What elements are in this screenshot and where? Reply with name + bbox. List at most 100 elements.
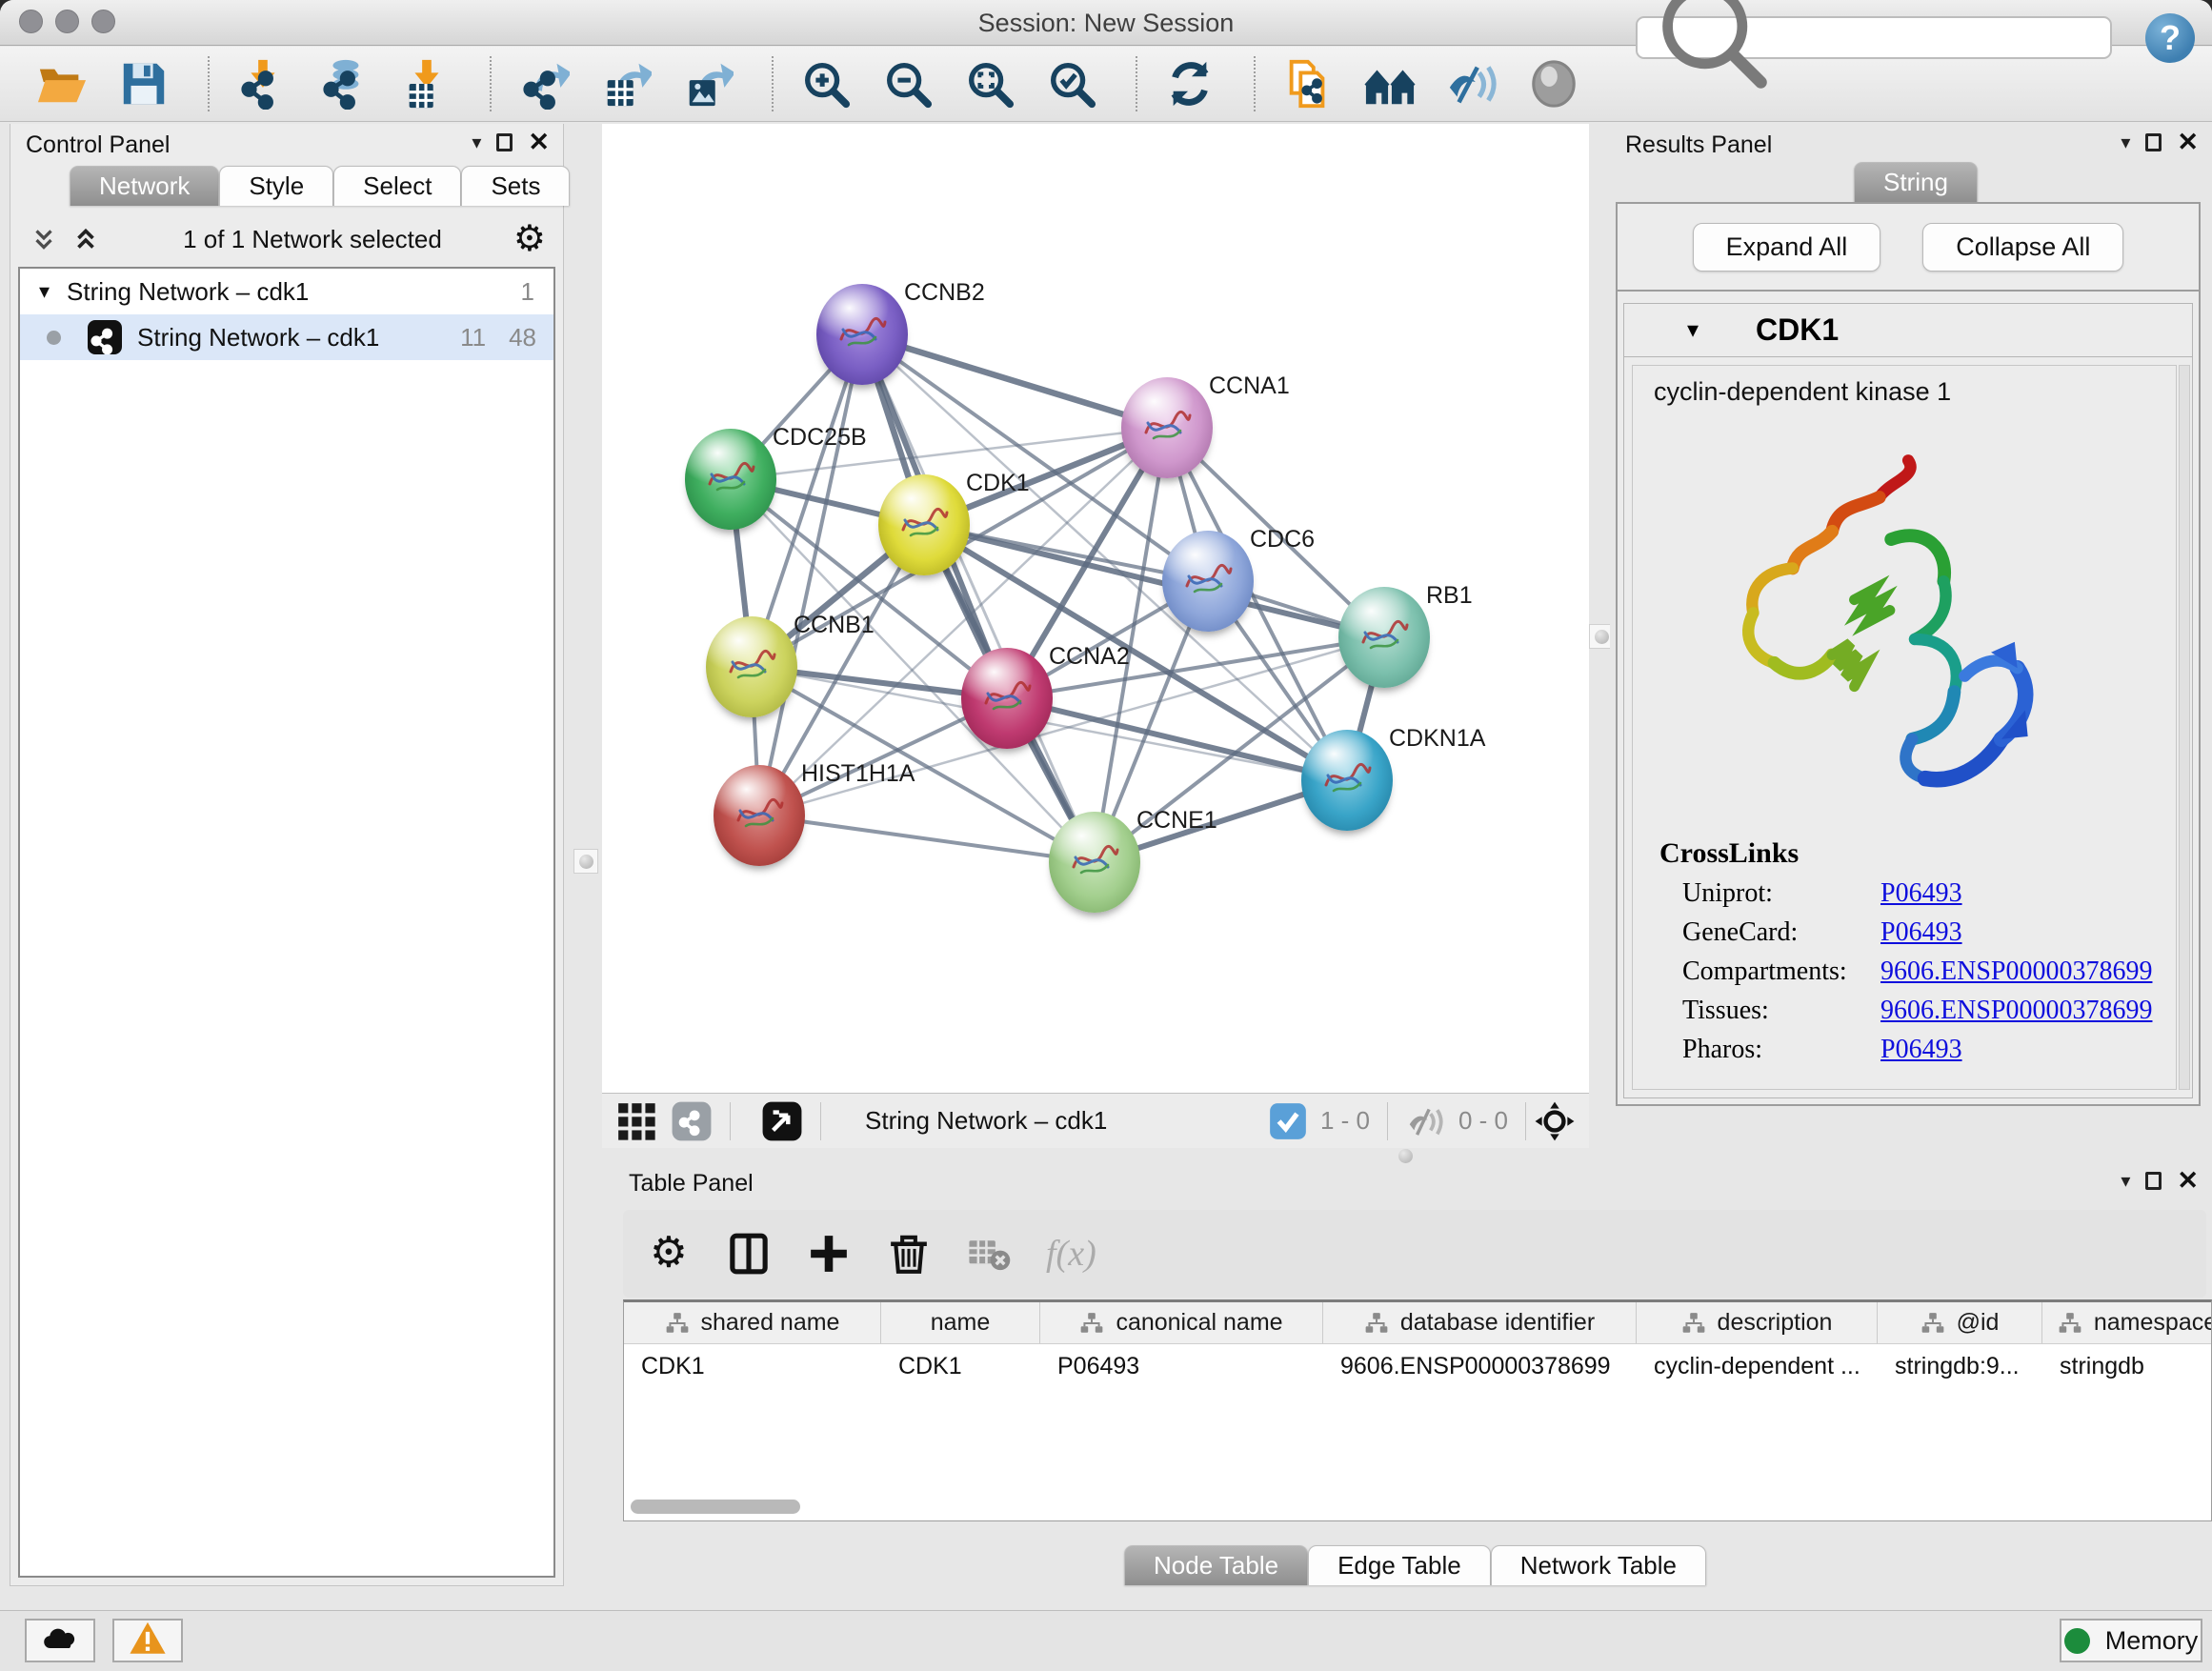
- show-columns-icon[interactable]: [726, 1231, 772, 1277]
- table-cell[interactable]: CDK1: [624, 1344, 881, 1388]
- network-edge[interactable]: [759, 815, 1095, 862]
- duplicate-network-icon[interactable]: [1280, 56, 1336, 111]
- control-panel-menu-icon[interactable]: ▾: [472, 131, 481, 154]
- results-panel-menu-icon[interactable]: ▾: [2121, 131, 2130, 154]
- table-horizontal-scrollbar[interactable]: [631, 1500, 2212, 1517]
- first-neighbors-icon[interactable]: [1362, 56, 1418, 111]
- column-header-@id[interactable]: @id: [1878, 1302, 2042, 1343]
- network-node-CCNA2[interactable]: [961, 648, 1053, 749]
- tab-string[interactable]: String: [1854, 162, 1978, 202]
- import-table-file-icon[interactable]: [398, 56, 453, 111]
- network-view-toolbar: String Network – cdk1 1 - 0 0 - 0: [602, 1093, 1589, 1148]
- tab-edge-table[interactable]: Edge Table: [1308, 1545, 1491, 1585]
- table-panel-float-icon[interactable]: [2145, 1172, 2162, 1190]
- search-box[interactable]: [1636, 16, 2112, 59]
- table-cell[interactable]: stringdb: [2042, 1344, 2212, 1388]
- crosslink-link[interactable]: P06493: [1880, 1035, 1962, 1065]
- tab-style[interactable]: Style: [219, 166, 333, 206]
- open-session-icon[interactable]: [34, 56, 90, 111]
- table-cell[interactable]: cyclin-dependent ...: [1637, 1344, 1878, 1388]
- table-cell[interactable]: CDK1: [881, 1344, 1040, 1388]
- collapse-all-button[interactable]: Collapse All: [1922, 223, 2123, 272]
- left-splitter-handle[interactable]: [573, 849, 598, 874]
- network-node-CDC25B[interactable]: [685, 429, 776, 530]
- column-header-shared-name[interactable]: shared name: [624, 1302, 881, 1343]
- birdseye-view-icon[interactable]: [1526, 56, 1581, 111]
- selected-checkbox-icon[interactable]: [1267, 1100, 1309, 1142]
- collection-disclosure-icon[interactable]: ▾: [39, 279, 50, 304]
- import-network-file-icon[interactable]: [234, 56, 290, 111]
- column-header-name[interactable]: name: [881, 1302, 1040, 1343]
- export-network-icon[interactable]: [516, 56, 572, 111]
- results-panel-float-icon[interactable]: [2145, 133, 2162, 151]
- network-edge[interactable]: [759, 334, 862, 815]
- search-input[interactable]: [1787, 22, 2110, 53]
- save-session-icon[interactable]: [116, 56, 171, 111]
- tab-sets[interactable]: Sets: [461, 166, 570, 206]
- table-cell[interactable]: 9606.ENSP00000378699: [1323, 1344, 1637, 1388]
- show-graphics-details-icon[interactable]: [1444, 56, 1499, 111]
- tab-node-table[interactable]: Node Table: [1124, 1545, 1308, 1585]
- column-header-canonical-name[interactable]: canonical name: [1040, 1302, 1323, 1343]
- network-node-CCNB2[interactable]: [816, 284, 908, 385]
- table-options-gear-icon[interactable]: ⚙: [646, 1231, 692, 1277]
- warnings-button[interactable]: [112, 1619, 183, 1662]
- results-panel-close-icon[interactable]: ✕: [2177, 130, 2199, 155]
- bottom-splitter-handle[interactable]: [1393, 1149, 1418, 1163]
- help-button[interactable]: ?: [2145, 13, 2195, 63]
- birdseye-toggle-icon[interactable]: [761, 1100, 803, 1142]
- network-row[interactable]: String Network – cdk1 11 48: [20, 314, 553, 360]
- expand-all-button[interactable]: Expand All: [1693, 223, 1881, 272]
- results-scrollbar[interactable]: [2179, 365, 2190, 1090]
- network-node-CCNA1[interactable]: [1121, 377, 1213, 478]
- network-options-gear-icon[interactable]: ⚙: [513, 221, 546, 257]
- network-edge[interactable]: [1007, 698, 1347, 780]
- expand-all-icon[interactable]: [70, 225, 102, 253]
- add-column-icon[interactable]: [806, 1231, 852, 1277]
- hidden-eye-icon[interactable]: [1405, 1100, 1447, 1142]
- import-network-database-icon[interactable]: [316, 56, 372, 111]
- zoom-fit-icon[interactable]: [962, 56, 1017, 111]
- control-panel-close-icon[interactable]: ✕: [528, 130, 550, 155]
- crosslink-link[interactable]: P06493: [1880, 917, 1962, 948]
- tab-network[interactable]: Network: [70, 166, 219, 206]
- detach-view-icon[interactable]: [671, 1100, 713, 1142]
- crosshair-icon[interactable]: [1534, 1100, 1576, 1142]
- network-node-CCNB1[interactable]: [706, 616, 797, 717]
- table-cell[interactable]: stringdb:9...: [1878, 1344, 2042, 1388]
- export-table-icon[interactable]: [598, 56, 654, 111]
- network-collection-row[interactable]: ▾ String Network – cdk1 1: [20, 269, 553, 314]
- zoom-selected-icon[interactable]: [1044, 56, 1099, 111]
- table-row[interactable]: CDK1CDK1P064939606.ENSP00000378699cyclin…: [624, 1344, 2211, 1388]
- network-canvas[interactable]: CCNB2CCNA1CDC25BCDK1CDC6RB1CCNB1CCNA2CDK…: [602, 124, 1589, 1093]
- zoom-in-icon[interactable]: [798, 56, 854, 111]
- network-node-CCNE1[interactable]: [1049, 812, 1140, 913]
- memory-button[interactable]: Memory: [2060, 1619, 2202, 1662]
- zoom-out-icon[interactable]: [880, 56, 935, 111]
- network-node-CDKN1A[interactable]: [1301, 730, 1393, 831]
- network-node-RB1[interactable]: [1338, 587, 1430, 688]
- tab-network-table[interactable]: Network Table: [1491, 1545, 1706, 1585]
- delete-column-icon[interactable]: [886, 1231, 932, 1277]
- cloud-status-button[interactable]: [25, 1619, 95, 1662]
- apply-layout-icon[interactable]: [1162, 56, 1217, 111]
- network-node-CDC6[interactable]: [1162, 531, 1254, 632]
- network-node-CDK1[interactable]: [878, 474, 970, 575]
- table-panel-menu-icon[interactable]: ▾: [2121, 1169, 2130, 1193]
- crosslink-link[interactable]: 9606.ENSP00000378699: [1880, 996, 2152, 1026]
- network-edge[interactable]: [862, 334, 1167, 428]
- column-header-description[interactable]: description: [1637, 1302, 1878, 1343]
- table-panel-close-icon[interactable]: ✕: [2177, 1168, 2199, 1194]
- crosslink-link[interactable]: 9606.ENSP00000378699: [1880, 956, 2152, 987]
- grid-mode-icon[interactable]: [615, 1100, 657, 1142]
- network-node-HIST1H1A[interactable]: [714, 765, 805, 866]
- control-panel-float-icon[interactable]: [496, 133, 513, 151]
- collapse-all-icon[interactable]: [28, 225, 60, 253]
- gene-disclosure-icon[interactable]: ▾: [1687, 316, 1699, 344]
- table-cell[interactable]: P06493: [1040, 1344, 1323, 1388]
- column-header-namespace[interactable]: namespace: [2042, 1302, 2212, 1343]
- export-image-icon[interactable]: [680, 56, 735, 111]
- tab-select[interactable]: Select: [333, 166, 461, 206]
- crosslink-link[interactable]: P06493: [1880, 878, 1962, 909]
- column-header-database-identifier[interactable]: database identifier: [1323, 1302, 1637, 1343]
